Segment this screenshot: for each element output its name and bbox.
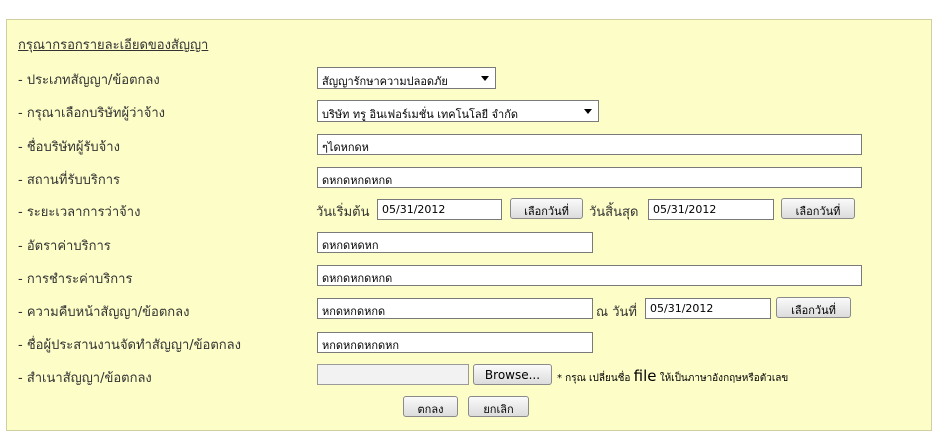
contract-type-value: สัญญารักษาความปลอดภัย bbox=[322, 75, 448, 88]
company-value: บริษัท ทรู อินเฟอร์เมชั่น เทคโนโลยี จำกั… bbox=[322, 108, 519, 121]
start-date-picker-button[interactable]: เลือกวันที่ bbox=[510, 198, 583, 219]
end-date-input[interactable]: 05/31/2012 bbox=[648, 199, 774, 220]
end-date-picker-button[interactable]: เลือกวันที่ bbox=[781, 198, 855, 219]
period-label: - ระยะเวลาการว่าจ้าง bbox=[18, 205, 141, 220]
submit-button[interactable]: ตกลง bbox=[403, 396, 458, 417]
coordinator-label: - ชื่อผู้ประสานงานจัดทำสัญญา/ข้อตกลง bbox=[18, 338, 241, 353]
company-select[interactable]: บริษัท ทรู อินเฟอร์เมชั่น เทคโนโลยี จำกั… bbox=[317, 100, 599, 122]
rate-input[interactable]: ดหกดหดหก bbox=[317, 232, 593, 253]
start-date-label: วันเริ่มต้น bbox=[316, 205, 370, 220]
company-label: - กรุณาเลือกบริษัทผู้ว่าจ้าง bbox=[18, 106, 165, 121]
progress-label: - ความคืบหน้าสัญญา/ข้อตกลง bbox=[18, 305, 190, 320]
payment-input[interactable]: ดหกดหกดหกด bbox=[317, 265, 862, 286]
file-path-field[interactable] bbox=[317, 364, 469, 385]
file-note-file: file bbox=[633, 367, 657, 385]
coordinator-input[interactable]: หกดหกดหกดหก bbox=[317, 332, 593, 353]
end-date-label: วันสิ้นสุด bbox=[589, 205, 639, 220]
browse-button[interactable]: Browse... bbox=[473, 364, 552, 385]
as-of-label: ณ วันที่ bbox=[596, 305, 637, 320]
contract-type-label: - ประเภทสัญญา/ข้อตกลง bbox=[18, 73, 160, 88]
as-of-date-picker-button[interactable]: เลือกวันที่ bbox=[776, 297, 851, 318]
contract-form-panel: กรุณากรอกรายละเอียดของสัญญา - ประเภทสัญญ… bbox=[6, 19, 932, 431]
file-note-prefix: * กรุณ เปลี่ยนชื่อ bbox=[557, 373, 631, 384]
progress-input[interactable]: หกดหกดหกด bbox=[317, 298, 593, 319]
copy-label: - สำเนาสัญญา/ข้อตกลง bbox=[18, 371, 152, 386]
cancel-button[interactable]: ยกเลิก bbox=[468, 396, 529, 417]
contractor-label: - ชื่อบริษัทผู้รับจ้าง bbox=[18, 140, 120, 155]
location-label: - สถานที่รับบริการ bbox=[18, 173, 121, 188]
form-heading: กรุณากรอกรายละเอียดของสัญญา bbox=[18, 38, 209, 53]
contract-type-select[interactable]: สัญญารักษาความปลอดภัย bbox=[317, 67, 496, 89]
rate-label: - อัตราค่าบริการ bbox=[18, 239, 111, 254]
start-date-input[interactable]: 05/31/2012 bbox=[377, 199, 502, 220]
file-note: * กรุณ เปลี่ยนชื่อ file ให้เป็นภาษาอังกฤ… bbox=[557, 367, 788, 386]
chevron-down-icon bbox=[584, 109, 592, 114]
chevron-down-icon bbox=[481, 76, 489, 81]
as-of-date-input[interactable]: 05/31/2012 bbox=[645, 298, 771, 319]
payment-label: - การชำระค่าบริการ bbox=[18, 272, 133, 287]
location-input[interactable]: ดหกดหกดหกด bbox=[317, 167, 862, 188]
contractor-input[interactable]: ๆไดหกดห bbox=[317, 134, 862, 155]
file-note-suffix: ให้เป็นภาษาอังกฤษหรือตัวเลข bbox=[659, 373, 789, 384]
